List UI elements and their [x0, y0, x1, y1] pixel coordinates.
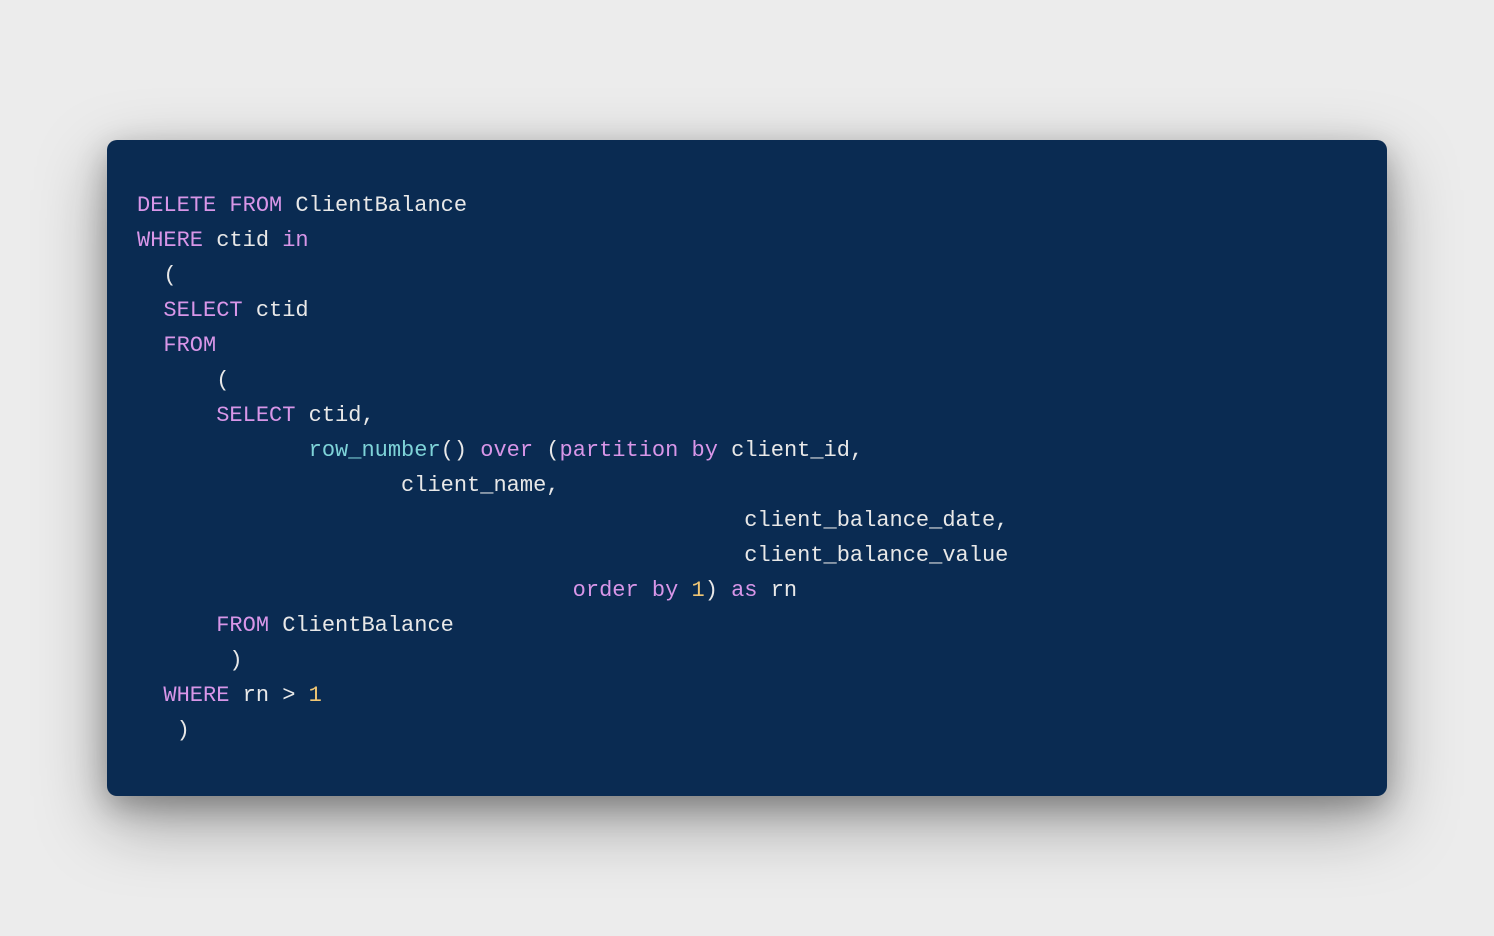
number-literal: 1 [692, 578, 705, 603]
keyword-where: WHERE [163, 683, 229, 708]
code-line-4: SELECT ctid [137, 293, 1357, 328]
table-name: ClientBalance [282, 193, 467, 218]
code-line-13: FROM ClientBalance [137, 608, 1357, 643]
code-line-11: client_balance_value [137, 538, 1357, 573]
code-line-5: FROM [137, 328, 1357, 363]
keyword-from: FROM [229, 193, 282, 218]
keyword-select: SELECT [163, 298, 242, 323]
code-block: DELETE FROM ClientBalance WHERE ctid in … [107, 140, 1387, 796]
code-line-7: SELECT ctid, [137, 398, 1357, 433]
code-line-16: ) [137, 713, 1357, 748]
keyword-by: by [692, 438, 718, 463]
operator-gt: > [282, 683, 295, 708]
keyword-from: FROM [163, 333, 216, 358]
code-line-2: WHERE ctid in [137, 223, 1357, 258]
keyword-delete: DELETE [137, 193, 216, 218]
keyword-in: in [282, 228, 308, 253]
code-line-6: ( [137, 363, 1357, 398]
keyword-as: as [731, 578, 757, 603]
code-line-10: client_balance_date, [137, 503, 1357, 538]
code-line-12: order by 1) as rn [137, 573, 1357, 608]
keyword-partition: partition [560, 438, 679, 463]
number-literal: 1 [309, 683, 322, 708]
keyword-by: by [652, 578, 678, 603]
code-line-3: ( [137, 258, 1357, 293]
keyword-where: WHERE [137, 228, 203, 253]
code-line-15: WHERE rn > 1 [137, 678, 1357, 713]
code-line-1: DELETE FROM ClientBalance [137, 188, 1357, 223]
keyword-over: over [480, 438, 533, 463]
code-line-8: row_number() over (partition by client_i… [137, 433, 1357, 468]
keyword-from: FROM [216, 613, 269, 638]
code-line-14: ) [137, 643, 1357, 678]
function-row-number: row_number [309, 438, 441, 463]
keyword-select: SELECT [216, 403, 295, 428]
code-line-9: client_name, [137, 468, 1357, 503]
keyword-order: order [573, 578, 639, 603]
